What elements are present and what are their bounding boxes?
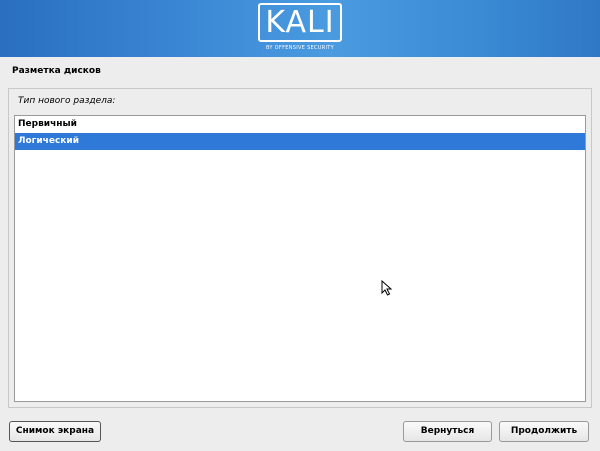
- logo-tagline: BY OFFENSIVE SECURITY: [265, 45, 335, 51]
- question-label: Тип нового раздела:: [18, 96, 116, 106]
- logo-text: KALI: [265, 5, 335, 40]
- screenshot-button[interactable]: Снимок экрана: [9, 421, 101, 442]
- header-banner: KALI BY OFFENSIVE SECURITY: [0, 0, 600, 57]
- partition-type-list[interactable]: Первичный Логический: [14, 115, 586, 402]
- kali-logo: KALI: [258, 3, 342, 42]
- content-panel: Тип нового раздела: Первичный Логический: [8, 88, 592, 408]
- back-button[interactable]: Вернуться: [403, 421, 492, 442]
- list-item-primary[interactable]: Первичный: [15, 116, 585, 133]
- continue-button[interactable]: Продолжить: [499, 421, 589, 442]
- page-title: Разметка дисков: [12, 66, 101, 76]
- mouse-pointer-icon: [381, 280, 393, 296]
- list-item-logical[interactable]: Логический: [15, 133, 585, 150]
